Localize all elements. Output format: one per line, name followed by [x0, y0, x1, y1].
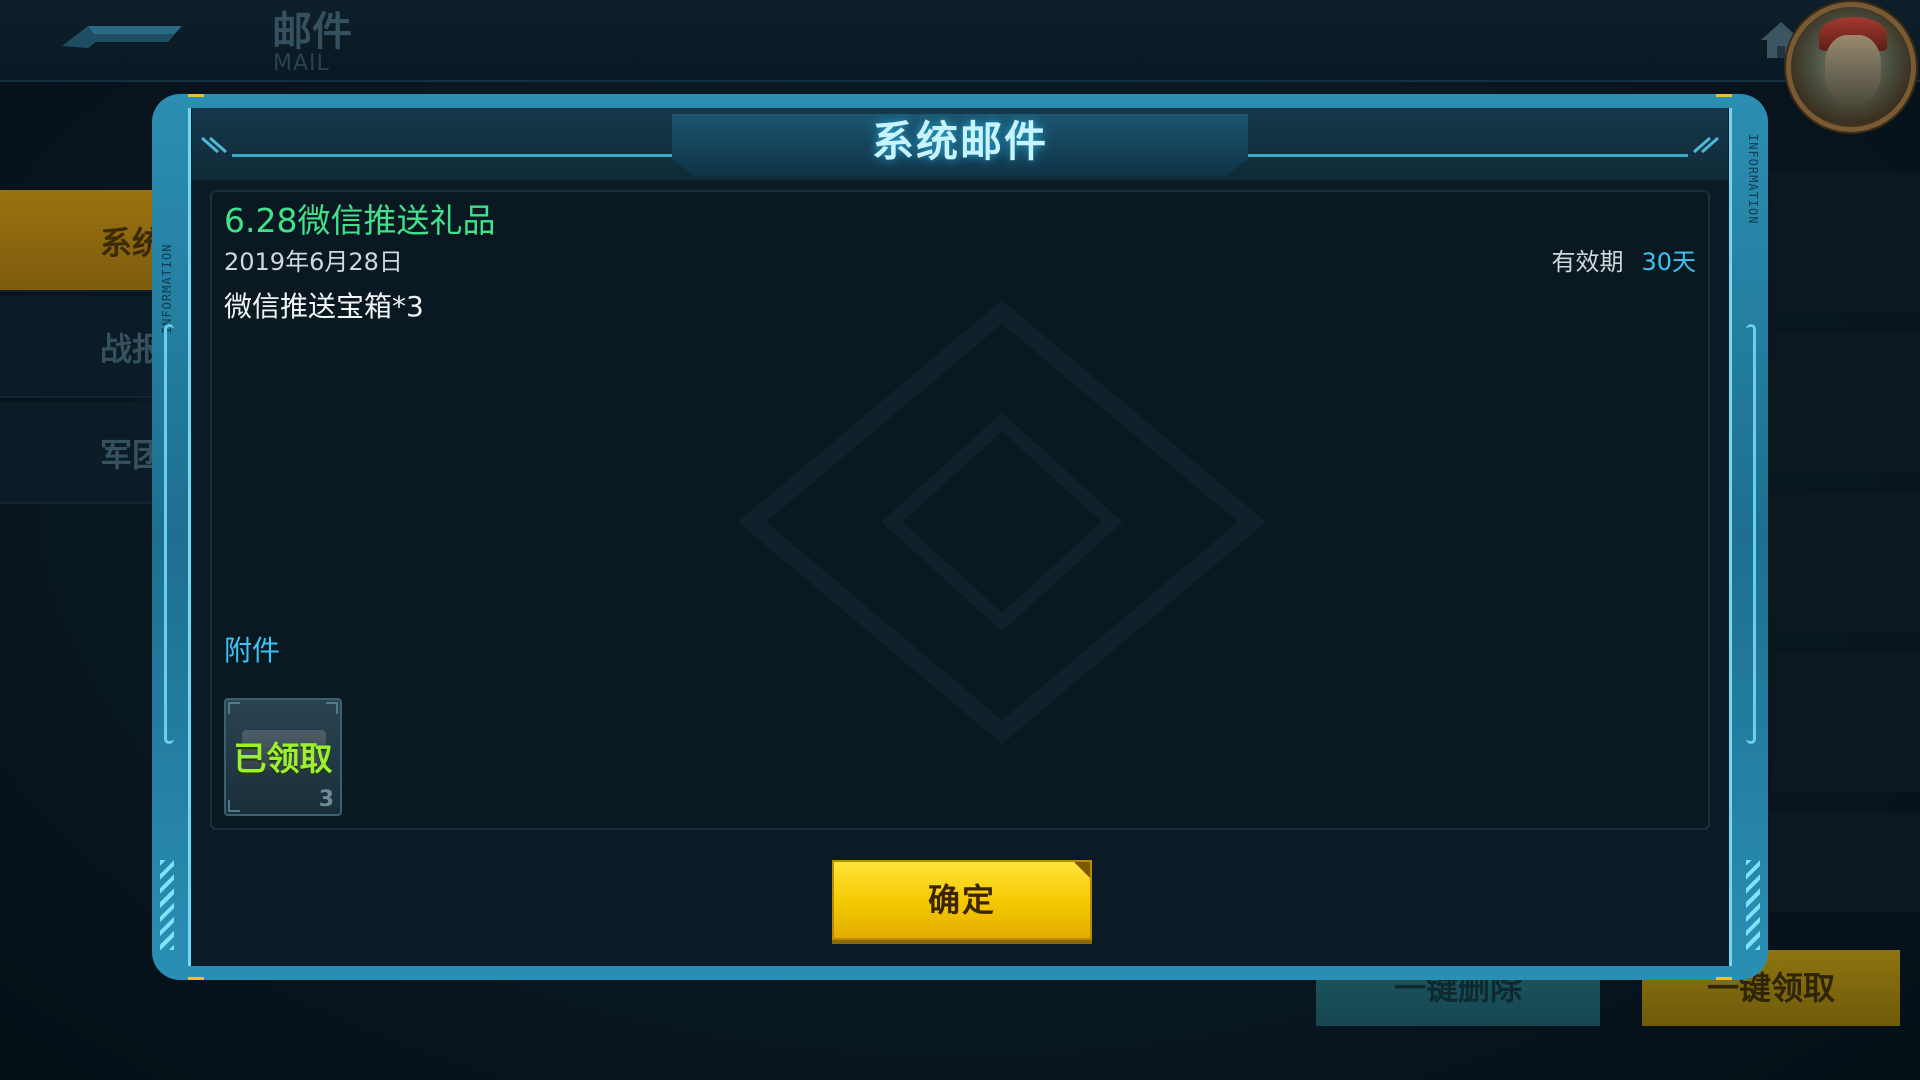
attachment-quantity: 3 — [318, 787, 334, 812]
mail-body: 微信推送宝箱*3 — [224, 290, 424, 323]
mail-list-item[interactable] — [1770, 332, 1920, 472]
frame-corner — [1716, 977, 1732, 980]
frame-corner — [1716, 94, 1732, 97]
frame-notch-left — [164, 324, 174, 744]
attachment-item[interactable]: 已领取 3 — [224, 698, 342, 816]
page-subtitle: MAIL — [273, 51, 330, 76]
side-tab-battle[interactable]: 战报 — [0, 296, 170, 398]
frame-corner — [188, 977, 204, 980]
game-screen: 邮件 MAIL 系统 战报 军团 一键删除 一键领取 INFORMATION I… — [0, 0, 1920, 1080]
frame-stripes-right — [1746, 860, 1760, 950]
mail-date: 2019年6月28日 — [224, 248, 403, 276]
frame-notch-right — [1746, 324, 1756, 744]
top-bar: 邮件 MAIL — [0, 0, 1920, 82]
system-mail-dialog: INFORMATION INFORMATION 系统邮件 6.28微信推送礼品 … — [152, 94, 1768, 980]
item-frame-corner — [228, 702, 240, 714]
mail-list-item[interactable] — [1770, 652, 1920, 792]
validity-label: 有效期 — [1551, 248, 1624, 276]
side-tab-system[interactable]: 系统 — [0, 190, 170, 292]
avatar-face — [1825, 35, 1881, 105]
claimed-status: 已领取 — [233, 739, 333, 778]
confirm-button-label: 确定 — [927, 881, 996, 919]
confirm-button[interactable]: 确定 — [832, 860, 1092, 940]
back-arrow-icon[interactable] — [48, 12, 198, 60]
frame-stripes-left — [160, 860, 174, 950]
mail-list-item[interactable] — [1770, 492, 1920, 632]
mail-list-item[interactable] — [1770, 812, 1920, 912]
watermark-emblem — [738, 300, 1266, 744]
page-title: 邮件 — [272, 9, 352, 55]
side-tab-legion[interactable]: 军团 — [0, 402, 170, 504]
item-frame-corner — [228, 800, 240, 812]
attachments-label: 附件 — [224, 634, 281, 667]
mail-content-panel: 6.28微信推送礼品 2019年6月28日 有效期 30天 微信推送宝箱*3 附件… — [210, 190, 1710, 830]
mail-subject: 6.28微信推送礼品 — [224, 201, 496, 240]
avatar[interactable] — [1786, 2, 1916, 132]
dialog-title: 系统邮件 — [871, 117, 1048, 166]
validity-value: 30天 — [1641, 248, 1696, 276]
mail-validity: 有效期 30天 — [1551, 246, 1696, 278]
item-frame-corner — [326, 702, 338, 714]
frame-corner — [188, 94, 204, 97]
mail-list-item[interactable] — [1770, 172, 1920, 312]
